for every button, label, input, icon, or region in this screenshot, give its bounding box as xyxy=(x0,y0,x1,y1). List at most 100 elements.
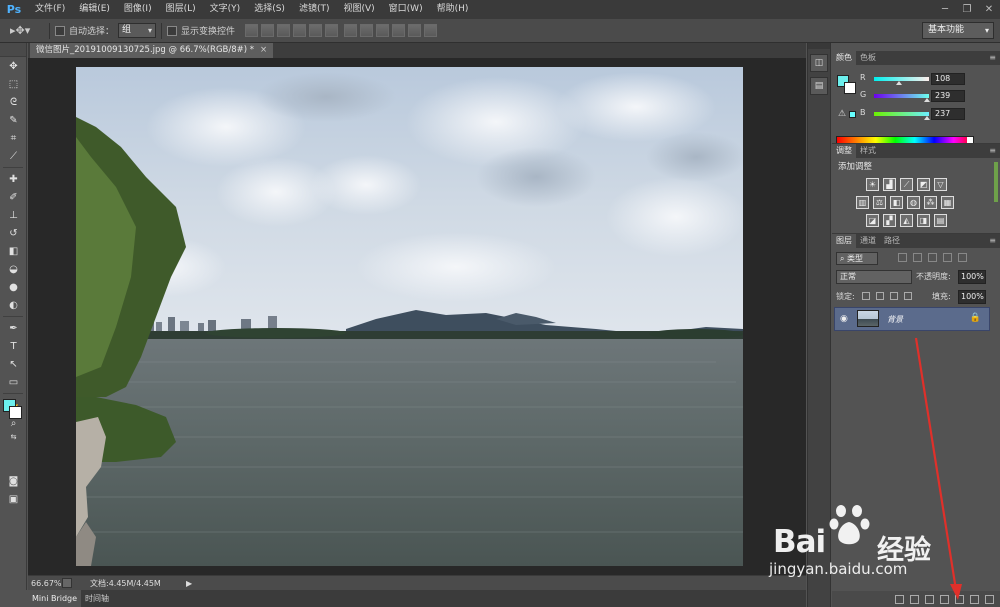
move-tool-icon[interactable]: ✥ xyxy=(0,57,27,75)
distribute-top-icon[interactable] xyxy=(344,24,358,37)
tab-channels[interactable]: 通道 xyxy=(856,234,880,248)
menu-select[interactable]: 选择(S) xyxy=(247,0,292,19)
adjust-scrollbar[interactable] xyxy=(994,162,998,202)
zoom-level[interactable]: 66.67% xyxy=(28,579,62,588)
tab-adjustments[interactable]: 调整 xyxy=(832,144,856,158)
panel-menu-icon[interactable]: ≡ xyxy=(989,144,996,158)
workspace-dropdown[interactable]: 基本功能 xyxy=(922,22,994,39)
color-lookup-icon[interactable]: ▦ xyxy=(941,196,954,209)
menu-view[interactable]: 视图(V) xyxy=(336,0,381,19)
show-transform-checkbox[interactable] xyxy=(167,25,178,36)
clone-stamp-tool-icon[interactable]: ⊥ xyxy=(0,206,27,224)
levels-icon[interactable]: ▟ xyxy=(883,178,896,191)
pen-tool-icon[interactable]: ✒ xyxy=(0,319,27,337)
blend-mode-dropdown[interactable]: 正常 xyxy=(836,270,912,284)
green-value[interactable]: 239 xyxy=(931,90,965,102)
posterize-icon[interactable]: ▞ xyxy=(883,214,896,227)
link-layers-icon[interactable] xyxy=(895,594,904,604)
new-group-icon[interactable] xyxy=(955,594,964,604)
black-white-icon[interactable]: ◧ xyxy=(890,196,903,209)
filter-adjustment-icon[interactable] xyxy=(913,253,922,262)
channel-mixer-icon[interactable]: ⁂ xyxy=(924,196,937,209)
layer-row-background[interactable]: ◉ 背景 🔒 xyxy=(834,307,990,331)
green-thumb[interactable] xyxy=(924,98,930,102)
delete-layer-icon[interactable] xyxy=(985,594,994,604)
layer-mask-icon[interactable] xyxy=(925,594,934,604)
fill-field[interactable]: 100% xyxy=(958,290,986,304)
properties-panel-icon[interactable]: ▤ xyxy=(810,77,828,95)
paint-bucket-tool-icon[interactable]: ◒ xyxy=(0,260,27,278)
align-left-icon[interactable] xyxy=(293,24,307,37)
photo-canvas[interactable] xyxy=(76,67,743,566)
filter-type-icon[interactable] xyxy=(928,253,937,262)
filter-pixel-icon[interactable] xyxy=(898,253,907,262)
red-thumb[interactable] xyxy=(896,81,902,85)
adjustment-layer-icon[interactable] xyxy=(940,594,949,604)
color-balance-icon[interactable]: ⚖ xyxy=(873,196,886,209)
filter-shape-icon[interactable] xyxy=(943,253,952,262)
layer-name[interactable]: 背景 xyxy=(887,314,903,325)
gamut-warning-icon[interactable]: ⚠ xyxy=(838,109,846,119)
tab-swatches[interactable]: 色板 xyxy=(856,51,880,65)
distribute-hcenter-icon[interactable] xyxy=(408,24,422,37)
tab-paths[interactable]: 路径 xyxy=(880,234,904,248)
menu-edit[interactable]: 编辑(E) xyxy=(72,0,117,19)
lock-pixels-icon[interactable] xyxy=(876,292,884,300)
photo-filter-icon[interactable]: ◍ xyxy=(907,196,920,209)
panel-menu-icon[interactable]: ≡ xyxy=(989,234,996,248)
brightness-contrast-icon[interactable]: ☀ xyxy=(866,178,879,191)
dodge-tool-icon[interactable]: ◐ xyxy=(0,296,27,314)
panel-menu-icon[interactable]: ≡ xyxy=(989,51,996,65)
blur-tool-icon[interactable]: ● xyxy=(0,278,27,296)
menu-type[interactable]: 文字(Y) xyxy=(203,0,248,19)
menu-file[interactable]: 文件(F) xyxy=(28,0,72,19)
marquee-tool-icon[interactable]: ⬚ xyxy=(0,75,27,93)
menu-help[interactable]: 帮助(H) xyxy=(430,0,476,19)
tab-timeline[interactable]: 时间轴 xyxy=(81,590,113,607)
lasso-tool-icon[interactable]: ᘓ xyxy=(0,93,27,111)
history-panel-icon[interactable]: ◫ xyxy=(810,54,828,72)
menu-layer[interactable]: 图层(L) xyxy=(159,0,203,19)
dock-grip[interactable] xyxy=(808,43,830,49)
close-tab-icon[interactable]: × xyxy=(260,45,267,55)
blue-thumb[interactable] xyxy=(924,116,930,120)
status-menu-arrow-icon[interactable]: ▶ xyxy=(186,579,196,588)
distribute-right-icon[interactable] xyxy=(424,24,438,37)
background-color-swatch[interactable] xyxy=(9,406,22,419)
tab-mini-bridge[interactable]: Mini Bridge xyxy=(28,590,82,607)
color-panel-bg-swatch[interactable] xyxy=(844,82,856,94)
exposure-icon[interactable]: ◩ xyxy=(917,178,930,191)
type-tool-icon[interactable]: T xyxy=(0,337,27,355)
blue-slider[interactable]: B 237 xyxy=(858,108,998,122)
threshold-icon[interactable]: ◭ xyxy=(900,214,913,227)
healing-brush-tool-icon[interactable]: ✚ xyxy=(0,170,27,188)
path-select-tool-icon[interactable]: ↖ xyxy=(0,355,27,373)
menu-filter[interactable]: 滤镜(T) xyxy=(292,0,337,19)
gradient-map-icon[interactable]: ▤ xyxy=(934,214,947,227)
green-track[interactable] xyxy=(874,94,929,98)
blue-track[interactable] xyxy=(874,112,929,116)
align-bottom-icon[interactable] xyxy=(277,24,291,37)
align-hcenter-icon[interactable] xyxy=(309,24,323,37)
tab-color[interactable]: 颜色 xyxy=(832,51,856,65)
document-tab[interactable]: 微信图片_20191009130725.jpg @ 66.7%(RGB/8#) … xyxy=(30,43,274,58)
layer-filter-dropdown[interactable]: ⌕ 类型 xyxy=(836,252,878,265)
swap-colors-icon[interactable]: ⇆ xyxy=(0,432,27,442)
align-vcenter-icon[interactable] xyxy=(261,24,275,37)
screen-mode-icon[interactable]: ▣ xyxy=(0,490,27,508)
selective-color-icon[interactable]: ◨ xyxy=(917,214,930,227)
opacity-field[interactable]: 100% xyxy=(958,270,986,284)
filter-smart-object-icon[interactable] xyxy=(958,253,967,262)
distribute-bottom-icon[interactable] xyxy=(376,24,390,37)
quick-mask-icon[interactable]: ◙ xyxy=(0,472,27,490)
hue-saturation-icon[interactable]: ▥ xyxy=(856,196,869,209)
red-value[interactable]: 108 xyxy=(931,73,965,85)
align-right-icon[interactable] xyxy=(325,24,339,37)
lock-position-icon[interactable] xyxy=(890,292,898,300)
new-layer-icon[interactable] xyxy=(970,594,979,604)
green-slider[interactable]: G 239 xyxy=(858,90,998,104)
move-tool-preset-icon[interactable]: ▸✥▾ xyxy=(10,21,44,41)
layer-style-icon[interactable] xyxy=(910,594,919,604)
eyedropper-tool-icon[interactable]: ⟋ xyxy=(0,147,27,165)
visibility-eye-icon[interactable]: ◉ xyxy=(840,314,848,324)
